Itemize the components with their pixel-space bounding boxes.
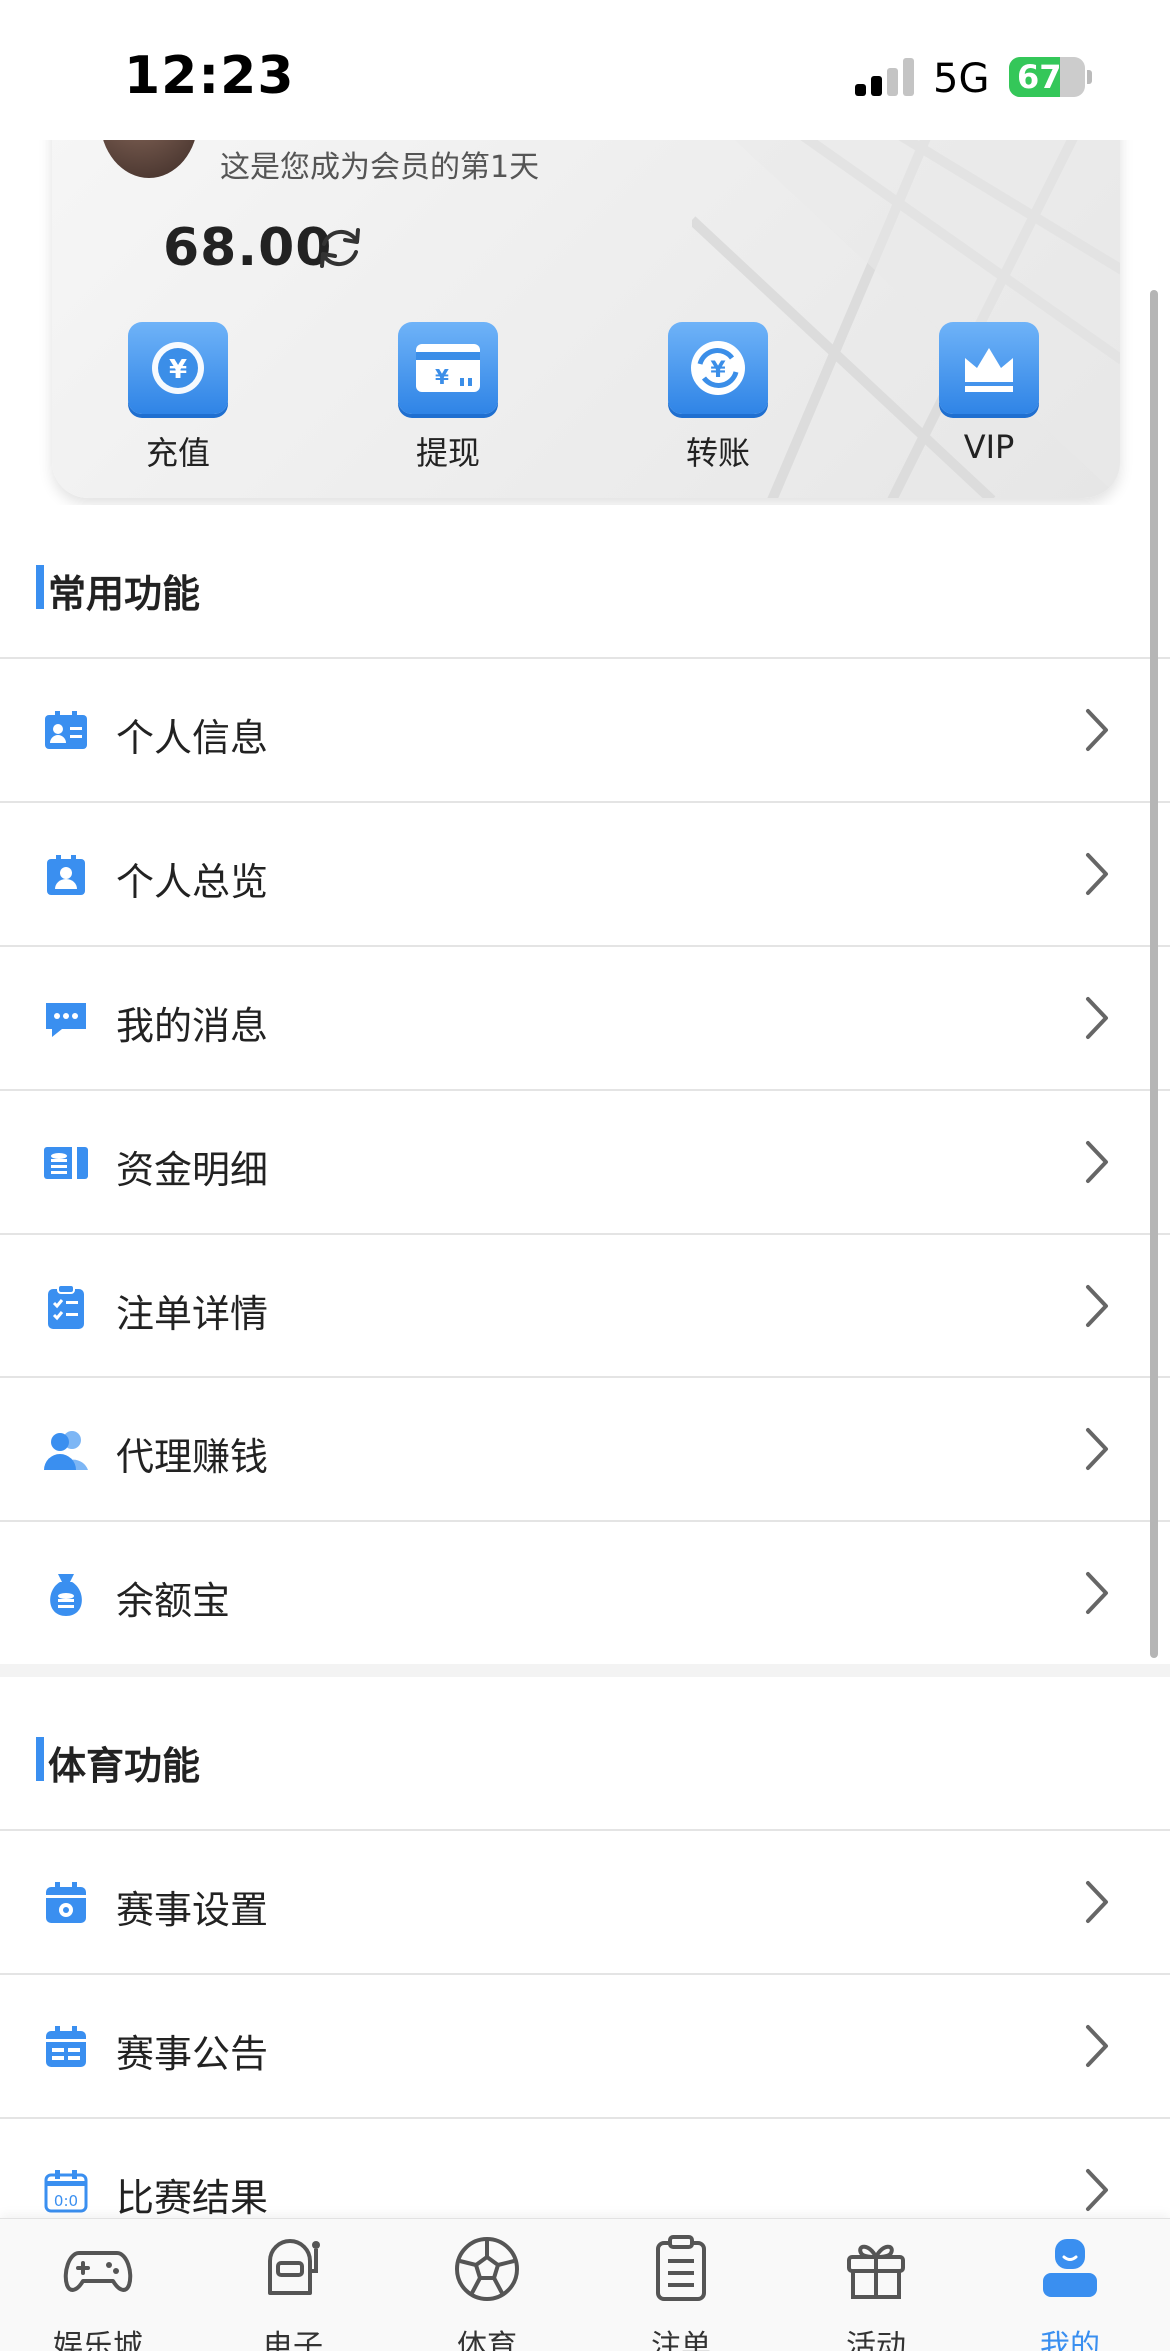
tab-label: 注单 [651, 2329, 711, 2351]
chevron-right-icon [1086, 853, 1108, 895]
withdraw-button[interactable]: ¥ 提现 [383, 322, 513, 474]
svg-text:¥: ¥ [169, 355, 187, 385]
recharge-button[interactable]: ¥ 充值 [113, 322, 243, 474]
event-settings-icon [46, 1882, 86, 1923]
common-functions-title: 常用功能 [48, 572, 201, 616]
profile-overview-icon [47, 855, 85, 895]
user-icon [1043, 2239, 1097, 2297]
menu-item-my-messages[interactable]: 我的消息 [0, 947, 1170, 1089]
menu-item-label: 个人信息 [116, 716, 269, 760]
tab-sports[interactable]: 体育 [412, 2219, 562, 2351]
menu-item-event-settings[interactable]: 赛事设置 [0, 1831, 1170, 1973]
slot-machine-icon [268, 2239, 320, 2295]
chevron-right-icon [1086, 1285, 1108, 1327]
menu-item-agent-earnings[interactable]: 代理赚钱 [0, 1378, 1170, 1520]
withdraw-card-icon: ¥ [398, 322, 498, 414]
tab-mine[interactable]: 我的 [995, 2219, 1145, 2351]
menu-item-label: 我的消息 [116, 1004, 269, 1048]
menu-item-balance-treasure[interactable]: 余额宝 [0, 1522, 1170, 1664]
member-days-text: 这是您成为会员的第1天 [220, 150, 540, 185]
scoreboard-icon: 0:0 [44, 2170, 88, 2213]
menu-item-label: 比赛结果 [116, 2176, 269, 2220]
network-type: 5G [933, 56, 990, 102]
transfer-icon: ¥ [668, 322, 768, 414]
battery-level: 67 [1017, 58, 1062, 96]
transfer-label: 转账 [685, 434, 750, 472]
ledger-icon [44, 1147, 88, 1179]
refresh-icon[interactable] [314, 222, 366, 274]
clipboard-icon [656, 2235, 706, 2301]
svg-text:0:0: 0:0 [54, 2192, 78, 2210]
menu-item-label: 代理赚钱 [116, 1435, 269, 1479]
sports-functions-header: 体育功能 [0, 1677, 1170, 1837]
tab-label: 电子 [263, 2329, 323, 2351]
transfer-button[interactable]: ¥ 转账 [653, 322, 783, 474]
tab-casino[interactable]: 娱乐城 [23, 2219, 173, 2351]
message-icon [46, 1003, 86, 1037]
menu-item-fund-details[interactable]: 资金明细 [0, 1091, 1170, 1233]
tab-electronic[interactable]: 电子 [218, 2219, 368, 2351]
tab-label: 我的 [1040, 2329, 1100, 2351]
chevron-right-icon [1086, 1141, 1108, 1183]
sports-functions-title: 体育功能 [48, 1744, 201, 1788]
id-card-icon [45, 711, 87, 749]
chevron-right-icon [1086, 997, 1108, 1039]
chevron-right-icon [1086, 2169, 1108, 2211]
section-accent-bar [36, 1737, 44, 1781]
common-functions-header: 常用功能 [0, 505, 1170, 665]
menu-item-label: 赛事设置 [116, 1888, 269, 1932]
menu-item-label: 个人总览 [116, 860, 269, 904]
tab-bar: 娱乐城 电子 体育 注单 活动 我的 [0, 2218, 1170, 2351]
svg-text:¥: ¥ [710, 358, 726, 383]
gift-icon [847, 2244, 905, 2299]
menu-item-bet-details[interactable]: 注单详情 [0, 1235, 1170, 1377]
chevron-right-icon [1086, 2025, 1108, 2067]
announcement-icon [46, 2026, 86, 2067]
menu-item-label: 资金明细 [116, 1148, 269, 1192]
menu-item-label: 赛事公告 [116, 2032, 269, 2076]
tab-bets[interactable]: 注单 [606, 2219, 756, 2351]
checklist-icon [48, 1284, 84, 1329]
scrollbar[interactable] [1150, 290, 1158, 1658]
tab-label: 活动 [846, 2329, 906, 2351]
chevron-right-icon [1086, 1881, 1108, 1923]
chevron-right-icon [1086, 709, 1108, 751]
vip-label: VIP [963, 428, 1015, 466]
status-bar: 12:23 5G 67 [0, 0, 1170, 140]
balance-amount: 68.00 [163, 218, 333, 278]
yuan-coin-icon: ¥ [128, 322, 228, 414]
menu-item-label: 余额宝 [116, 1579, 231, 1623]
svg-text:¥: ¥ [435, 365, 449, 389]
menu-item-label: 注单详情 [116, 1292, 269, 1336]
menu-item-personal-overview[interactable]: 个人总览 [0, 803, 1170, 945]
chevron-right-icon [1086, 1428, 1108, 1470]
battery-icon: 67 [1009, 57, 1085, 97]
money-bag-icon [50, 1574, 82, 1616]
gamepad-icon [63, 2251, 133, 2292]
vip-button[interactable]: VIP [924, 322, 1054, 466]
soccer-ball-icon [455, 2237, 519, 2301]
tab-activities[interactable]: 活动 [801, 2219, 951, 2351]
member-card: 这是您成为会员的第1天 68.00 ¥ 充值 ¥ 提现 ¥ 转账 VIP [52, 100, 1120, 498]
agents-icon [44, 1431, 88, 1470]
section-accent-bar [36, 565, 44, 609]
tab-label: 娱乐城 [53, 2329, 143, 2351]
menu-item-personal-info[interactable]: 个人信息 [0, 659, 1170, 801]
chevron-right-icon [1086, 1572, 1108, 1614]
status-time: 12:23 [124, 46, 295, 106]
signal-icon [855, 58, 915, 96]
battery-cap [1087, 70, 1092, 84]
crown-icon [939, 322, 1039, 414]
withdraw-label: 提现 [415, 434, 480, 472]
menu-item-event-announcements[interactable]: 赛事公告 [0, 1975, 1170, 2117]
tab-label: 体育 [457, 2329, 517, 2351]
recharge-label: 充值 [145, 434, 210, 472]
